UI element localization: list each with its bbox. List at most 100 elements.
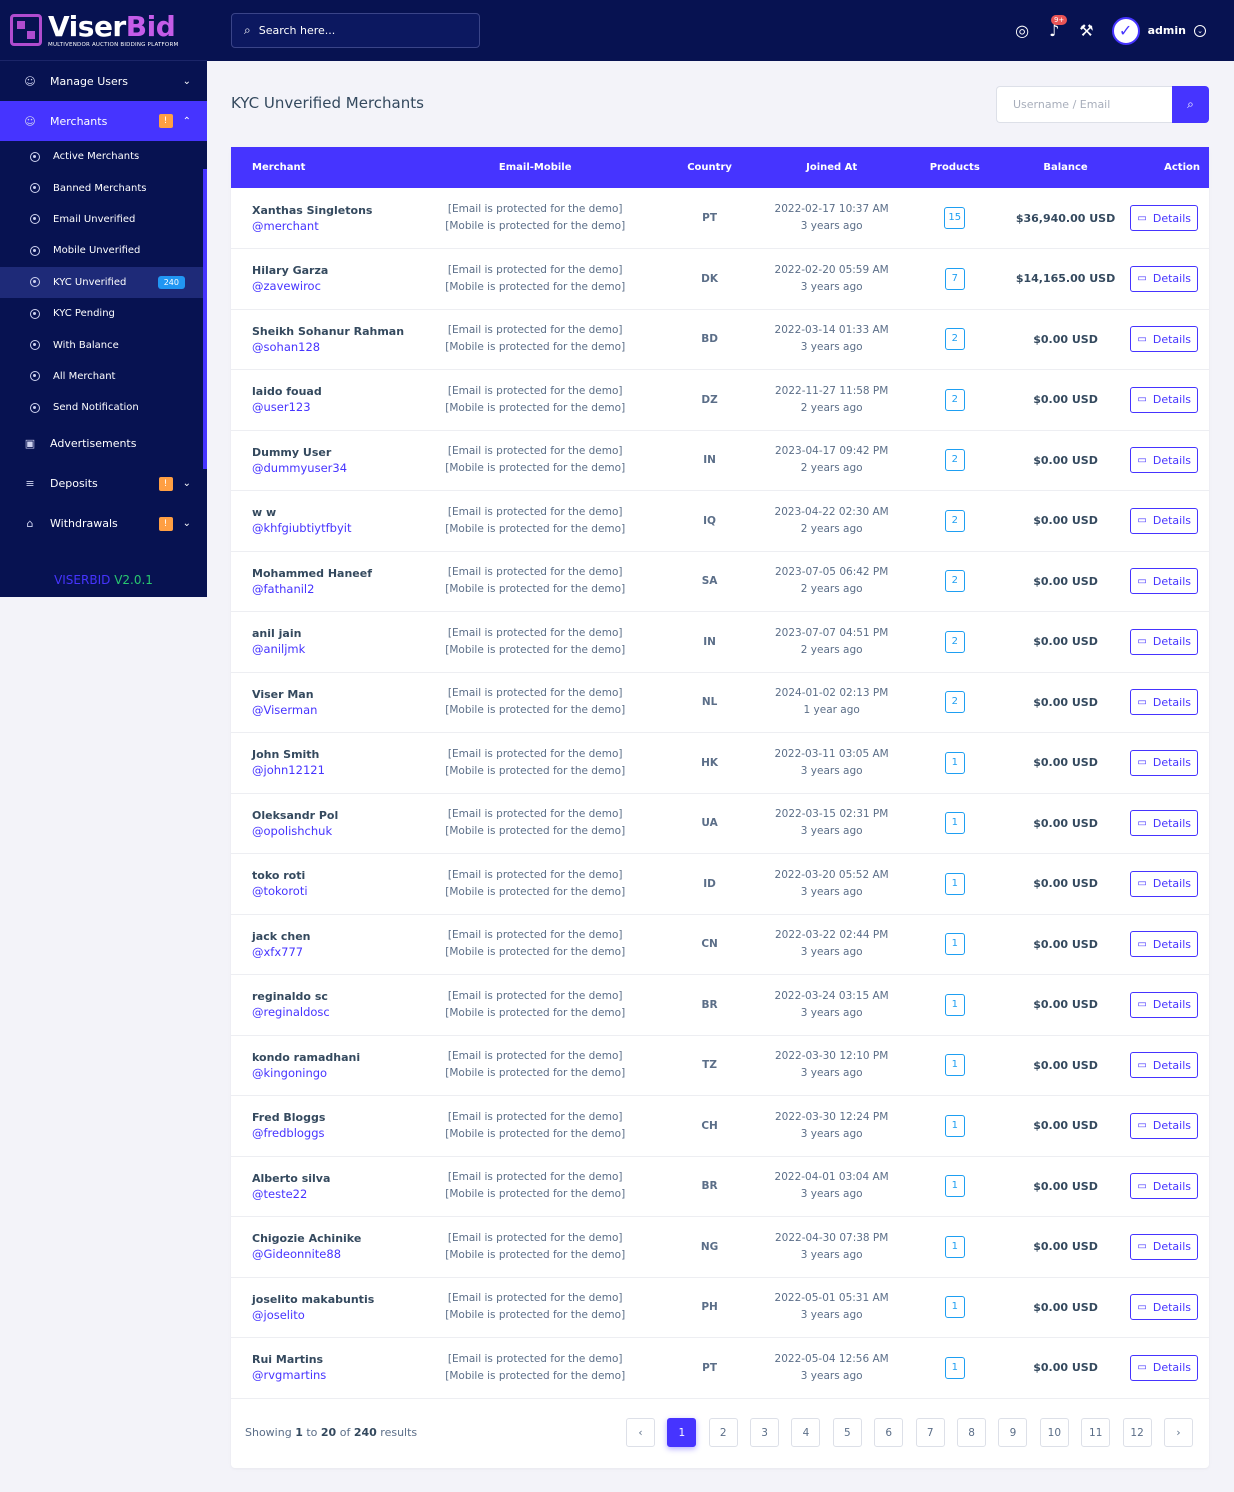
details-button[interactable]: ▭ Details: [1130, 1233, 1198, 1260]
products-badge[interactable]: 2: [944, 388, 965, 411]
search-button[interactable]: ⌕: [1172, 86, 1209, 123]
details-button[interactable]: ▭ Details: [1130, 1294, 1198, 1321]
details-button[interactable]: ▭ Details: [1130, 265, 1198, 292]
merchant-username-link[interactable]: @teste22: [252, 1187, 406, 1201]
merchant-username-link[interactable]: @Viserman: [252, 703, 406, 717]
sidebar-item-with-balance[interactable]: With Balance: [0, 329, 207, 360]
details-button[interactable]: ▭ Details: [1130, 1173, 1198, 1200]
products-badge[interactable]: 1: [944, 933, 965, 956]
details-button[interactable]: ▭ Details: [1130, 991, 1198, 1018]
products-badge[interactable]: 2: [944, 509, 965, 532]
merchant-username-link[interactable]: @user123: [252, 400, 406, 414]
bell-icon[interactable]: ♪ 9+: [1049, 15, 1068, 40]
page-title: KYC Unverified Merchants: [231, 94, 424, 112]
details-button[interactable]: ▭ Details: [1130, 1052, 1198, 1079]
details-button[interactable]: ▭ Details: [1130, 628, 1198, 655]
sidebar-item-deposits[interactable]: ≡ Deposits ! ⌄: [0, 464, 207, 504]
pagination-page-button[interactable]: 7: [915, 1418, 945, 1447]
merchant-username-link[interactable]: @aniljmk: [252, 642, 406, 656]
sidebar-item-active-merchants[interactable]: Active Merchants: [0, 141, 207, 172]
products-badge[interactable]: 1: [944, 1296, 965, 1319]
merchant-username-link[interactable]: @Gideonnite88: [252, 1247, 406, 1261]
merchant-username-link[interactable]: @rvgmartins: [252, 1368, 406, 1382]
sidebar-item-kyc-unverified[interactable]: KYC Unverified 240: [0, 266, 207, 298]
sidebar-item-all-merchant[interactable]: All Merchant: [0, 361, 207, 392]
avatar[interactable]: ✓: [1111, 16, 1140, 45]
global-search-input[interactable]: [258, 24, 449, 37]
products-badge[interactable]: 1: [944, 751, 965, 774]
details-button[interactable]: ▭ Details: [1130, 507, 1198, 534]
admin-name[interactable]: admin: [1148, 24, 1186, 37]
merchant-username-link[interactable]: @john12121: [252, 763, 406, 777]
globe-icon[interactable]: ◎: [1015, 21, 1029, 40]
details-button[interactable]: ▭ Details: [1130, 386, 1198, 413]
merchant-username-link[interactable]: @sohan128: [252, 340, 406, 354]
global-search[interactable]: ⌕: [231, 13, 480, 48]
merchant-username-link[interactable]: @merchant: [252, 219, 406, 233]
details-button[interactable]: ▭ Details: [1130, 326, 1198, 353]
pagination-page-button[interactable]: 5: [832, 1418, 862, 1447]
details-button[interactable]: ▭ Details: [1130, 205, 1198, 231]
chevron-down-icon[interactable]: ⌄: [1194, 24, 1206, 37]
sidebar-item-send-notification[interactable]: Send Notification: [0, 392, 207, 423]
products-badge[interactable]: 2: [944, 328, 965, 351]
sidebar-item-merchants[interactable]: ☺ Merchants ! ⌃: [0, 101, 207, 141]
merchant-username-link[interactable]: @xfx777: [252, 945, 406, 959]
pagination-page-button[interactable]: 4: [791, 1418, 821, 1447]
sidebar-item-withdrawals[interactable]: ⌂ Withdrawals ! ⌄: [0, 504, 207, 544]
merchant-username-link[interactable]: @tokoroti: [252, 884, 406, 898]
details-button[interactable]: ▭ Details: [1130, 931, 1198, 958]
merchant-username-link[interactable]: @opolishchuk: [252, 824, 406, 838]
details-button[interactable]: ▭ Details: [1130, 870, 1198, 897]
sidebar-item-mobile-unverified[interactable]: Mobile Unverified: [0, 235, 207, 266]
products-badge[interactable]: 1: [944, 1356, 965, 1379]
products-badge[interactable]: 2: [944, 691, 965, 714]
details-button[interactable]: ▭ Details: [1130, 1354, 1198, 1381]
sidebar-item-kyc-pending[interactable]: KYC Pending: [0, 298, 207, 329]
details-button[interactable]: ▭ Details: [1130, 810, 1198, 837]
products-badge[interactable]: 7: [944, 267, 965, 290]
merchant-username-link[interactable]: @fathanil2: [252, 582, 406, 596]
merchant-search-input[interactable]: [996, 86, 1172, 123]
merchant-username-link[interactable]: @joselito: [252, 1308, 406, 1322]
pagination-page-button[interactable]: 1: [667, 1418, 697, 1447]
merchant-username-link[interactable]: @reginaldosc: [252, 1005, 406, 1019]
products-badge[interactable]: 1: [944, 993, 965, 1016]
merchant-username-link[interactable]: @dummyuser34: [252, 461, 406, 475]
pagination-page-button[interactable]: 2: [708, 1418, 738, 1447]
pagination-page-button[interactable]: 6: [874, 1418, 904, 1447]
sidebar-item-advertisements[interactable]: ▣ Advertisements: [0, 424, 207, 464]
products-badge[interactable]: 1: [944, 1175, 965, 1198]
pagination-page-button[interactable]: 3: [750, 1418, 780, 1447]
details-button[interactable]: ▭ Details: [1130, 1112, 1198, 1139]
products-badge[interactable]: 1: [944, 1114, 965, 1137]
merchant-username-link[interactable]: @fredbloggs: [252, 1126, 406, 1140]
logo[interactable]: ViserBid MULTIVENDOR AUCTION BIDDING PLA…: [0, 0, 207, 61]
products-badge[interactable]: 1: [944, 1054, 965, 1077]
pagination-page-button[interactable]: 9: [998, 1418, 1028, 1447]
merchant-username-link[interactable]: @khfgiubtiytfbyit: [252, 521, 406, 535]
details-button[interactable]: ▭ Details: [1130, 568, 1198, 595]
sidebar-item-manage-users[interactable]: ☺ Manage Users ⌄: [0, 61, 207, 101]
pagination-next-button[interactable]: ›: [1164, 1418, 1193, 1447]
products-badge[interactable]: 2: [944, 570, 965, 593]
sidebar-item-banned-merchants[interactable]: Banned Merchants: [0, 172, 207, 203]
products-badge[interactable]: 1: [944, 872, 965, 895]
sidebar-item-email-unverified[interactable]: Email Unverified: [0, 204, 207, 235]
products-badge[interactable]: 15: [944, 207, 966, 229]
products-badge[interactable]: 2: [944, 630, 965, 653]
pagination-page-button[interactable]: 8: [957, 1418, 987, 1447]
products-badge[interactable]: 1: [944, 1235, 965, 1258]
details-button[interactable]: ▭ Details: [1130, 749, 1198, 776]
products-badge[interactable]: 2: [944, 449, 965, 472]
wrench-icon[interactable]: ⚒: [1079, 21, 1093, 40]
pagination-prev-button[interactable]: ‹: [625, 1418, 655, 1447]
products-badge[interactable]: 1: [944, 812, 965, 835]
merchant-username-link[interactable]: @zavewiroc: [252, 279, 406, 293]
details-button[interactable]: ▭ Details: [1130, 689, 1198, 716]
pagination-page-button[interactable]: 12: [1122, 1418, 1152, 1447]
pagination-page-button[interactable]: 11: [1081, 1418, 1111, 1447]
merchant-username-link[interactable]: @kingoningo: [252, 1066, 406, 1080]
details-button[interactable]: ▭ Details: [1130, 447, 1198, 474]
pagination-page-button[interactable]: 10: [1039, 1418, 1069, 1447]
